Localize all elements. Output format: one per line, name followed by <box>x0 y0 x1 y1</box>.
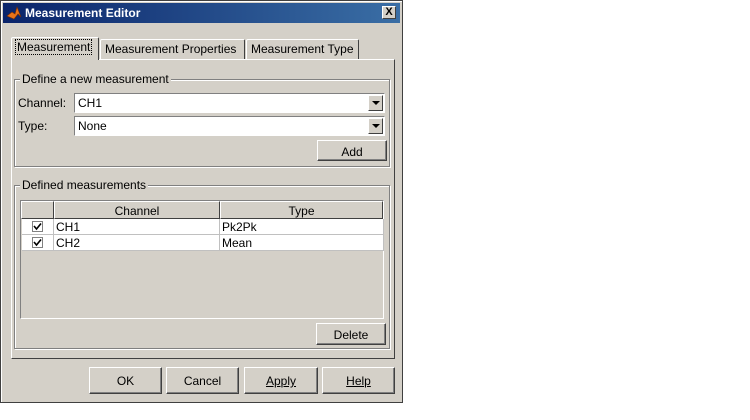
apply-button-label: Apply <box>265 374 297 388</box>
tab-measurement-type[interactable]: Measurement Type <box>246 39 359 59</box>
channel-cell[interactable]: CH2 <box>54 235 220 251</box>
checkmark-icon <box>33 222 42 231</box>
column-header-channel[interactable]: Channel <box>54 201 220 219</box>
type-value: None <box>78 119 107 133</box>
column-header-type[interactable]: Type <box>220 201 383 219</box>
close-button[interactable]: X <box>382 6 396 19</box>
title-bar[interactable]: Measurement Editor X <box>3 3 400 23</box>
type-cell[interactable]: Pk2Pk <box>220 219 384 235</box>
channel-value: CH1 <box>78 96 103 110</box>
add-button[interactable]: Add <box>317 140 387 161</box>
check-cell[interactable] <box>22 235 54 251</box>
column-header-label: Type <box>288 204 315 218</box>
column-header-check[interactable] <box>21 201 54 219</box>
help-button[interactable]: Help <box>322 367 395 394</box>
type-cell[interactable]: Mean <box>220 235 384 251</box>
check-cell[interactable] <box>22 219 54 235</box>
table-row[interactable]: CH2 Mean <box>22 235 384 251</box>
tab-label: Measurement Properties <box>105 42 237 56</box>
channel-select[interactable]: CH1 <box>74 93 385 113</box>
group-title: Define a new measurement <box>20 72 171 86</box>
type-select[interactable]: None <box>74 116 385 136</box>
chevron-down-icon[interactable] <box>368 95 383 111</box>
measurements-table[interactable]: Channel Type CH1 Pk2Pk CH2 Mean <box>20 200 384 319</box>
apply-button[interactable]: Apply <box>244 367 318 394</box>
cancel-button-label: Cancel <box>183 374 222 388</box>
column-header-label: Channel <box>114 204 160 218</box>
table-row[interactable]: CH1 Pk2Pk <box>22 219 384 235</box>
tab-measurement-properties[interactable]: Measurement Properties <box>100 39 245 59</box>
channel-label: Channel: <box>18 96 67 110</box>
tab-label: Measurement <box>14 39 93 55</box>
row-checkbox[interactable] <box>32 221 43 232</box>
delete-button[interactable]: Delete <box>316 323 386 345</box>
type-label: Type: <box>18 119 48 133</box>
ok-button-label: OK <box>116 374 135 388</box>
delete-button-label: Delete <box>333 328 369 342</box>
group-title: Defined measurements <box>20 178 149 192</box>
cancel-button[interactable]: Cancel <box>166 367 239 394</box>
tab-label: Measurement Type <box>251 42 354 56</box>
add-button-label: Add <box>341 145 363 159</box>
close-icon: X <box>385 6 393 18</box>
tab-measurement[interactable]: Measurement <box>11 37 99 60</box>
help-button-label: Help <box>346 374 371 388</box>
row-checkbox[interactable] <box>32 237 43 248</box>
measurement-editor-window: Measurement Editor X Measurement Measure… <box>0 0 403 403</box>
channel-cell[interactable]: CH1 <box>54 219 220 235</box>
matlab-icon <box>6 6 22 20</box>
checkmark-icon <box>33 238 42 247</box>
window-title: Measurement Editor <box>25 6 141 20</box>
ok-button[interactable]: OK <box>89 367 162 394</box>
chevron-down-icon[interactable] <box>368 118 383 134</box>
